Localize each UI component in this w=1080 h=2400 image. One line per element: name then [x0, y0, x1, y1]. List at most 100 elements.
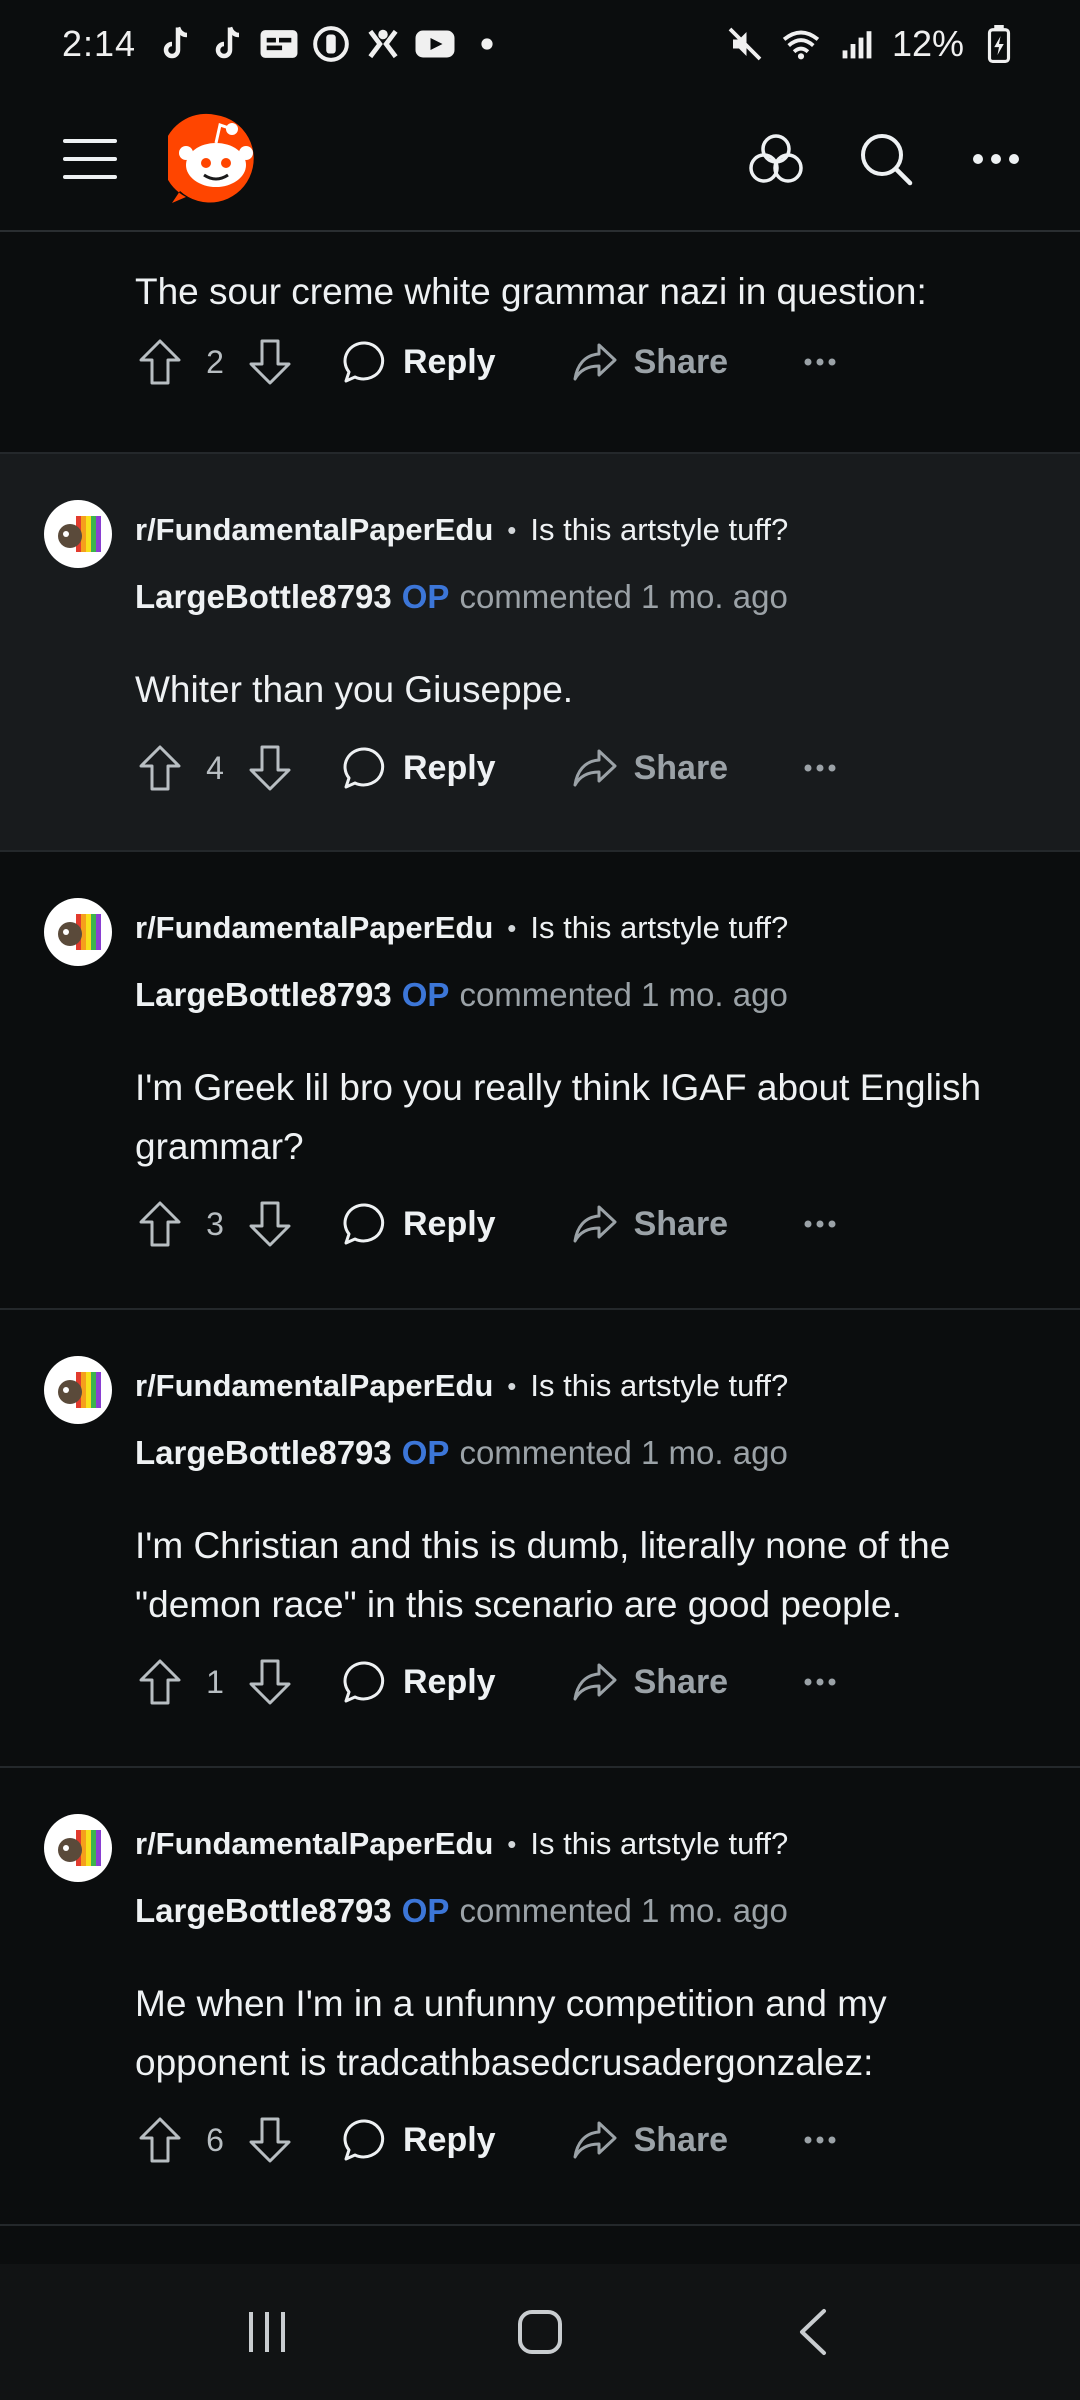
communities-icon[interactable] [746, 129, 806, 189]
comment-body: The sour creme white grammar nazi in que… [135, 271, 927, 312]
username-link[interactable]: LargeBottle8793 [135, 578, 392, 616]
share-label: Share [633, 1204, 729, 1243]
reply-icon [343, 341, 385, 383]
share-icon [573, 1205, 617, 1243]
share-label: Share [633, 2120, 729, 2159]
subreddit-link[interactable]: r/FundamentalPaperEdu [135, 1826, 493, 1862]
share-icon [573, 1663, 617, 1701]
reply-label: Reply [403, 1204, 496, 1243]
separator-dot: • [507, 1828, 517, 1859]
post-title-link[interactable]: Is this artstyle tuff? [530, 910, 788, 946]
home-icon[interactable] [500, 2292, 580, 2372]
comment-body: I'm Christian and this is dumb, literall… [135, 1525, 951, 1625]
comment-actions: 6 Reply Share [135, 2110, 836, 2170]
comment-actions: 3 Reply Share [135, 1194, 836, 1254]
share-icon [573, 749, 617, 787]
comment-feed: The sour creme white grammar nazi in que… [0, 232, 1080, 2226]
share-label: Share [633, 1662, 729, 1701]
username-link[interactable]: LargeBottle8793 [135, 1434, 392, 1472]
downvote-icon[interactable] [245, 1657, 295, 1707]
subreddit-link[interactable]: r/FundamentalPaperEdu [135, 910, 493, 946]
share-button[interactable]: Share [572, 1662, 729, 1702]
share-button[interactable]: Share [572, 2120, 729, 2160]
upvote-icon[interactable] [135, 1199, 185, 1249]
comment-actions: 4 Reply Share [135, 738, 836, 798]
comment-timestamp: commented 1 mo. ago [459, 1434, 788, 1471]
comment-timestamp: commented 1 mo. ago [459, 578, 788, 615]
separator-dot: • [507, 514, 517, 545]
reply-label: Reply [403, 748, 496, 787]
vote-count: 4 [206, 749, 224, 786]
dot-icon [466, 23, 508, 65]
comment-timestamp: commented 1 mo. ago [459, 1892, 788, 1929]
share-button[interactable]: Share [572, 1204, 729, 1244]
comment-more-icon[interactable] [804, 1678, 836, 1686]
comment-more-icon[interactable] [804, 2136, 836, 2144]
reply-label: Reply [403, 1662, 496, 1701]
op-badge: OP [401, 1434, 450, 1471]
post-title-link[interactable]: Is this artstyle tuff? [530, 1826, 788, 1862]
avatar[interactable] [44, 1814, 112, 1882]
comment-context: r/FundamentalPaperEdu • Is this artstyle… [135, 1368, 788, 1404]
comment-author-line: LargeBottle8793 OP commented 1 mo. ago [135, 1434, 788, 1472]
comment-context: r/FundamentalPaperEdu • Is this artstyle… [135, 1826, 788, 1862]
reply-button[interactable]: Reply [343, 340, 496, 384]
comment-item: r/FundamentalPaperEdu • Is this artstyle… [0, 1768, 1080, 2226]
comment-timestamp: commented 1 mo. ago [459, 976, 788, 1013]
reply-icon [343, 2119, 385, 2161]
battery-icon [978, 23, 1020, 65]
reddit-logo[interactable] [162, 111, 264, 207]
downvote-icon[interactable] [245, 2115, 295, 2165]
subreddit-link[interactable]: r/FundamentalPaperEdu [135, 1368, 493, 1404]
share-button[interactable]: Share [572, 748, 728, 788]
avatar[interactable] [44, 1356, 112, 1424]
signal-icon [836, 23, 878, 65]
username-link[interactable]: LargeBottle8793 [135, 976, 392, 1014]
post-title-link[interactable]: Is this artstyle tuff? [530, 1368, 788, 1404]
username-link[interactable]: LargeBottle8793 [135, 1892, 392, 1930]
reply-icon [343, 1661, 385, 1703]
back-icon[interactable] [773, 2292, 853, 2372]
comment-body: Whiter than you Giuseppe. [135, 669, 574, 710]
search-icon[interactable] [856, 129, 916, 189]
upvote-icon[interactable] [135, 1657, 185, 1707]
comment-context: r/FundamentalPaperEdu • Is this artstyle… [135, 512, 788, 548]
downvote-icon[interactable] [245, 1199, 295, 1249]
avatar[interactable] [44, 500, 112, 568]
share-icon [573, 343, 617, 381]
comment-body: I'm Greek lil bro you really think IGAF … [135, 1067, 982, 1167]
comment-more-icon[interactable] [804, 358, 836, 366]
share-button[interactable]: Share [572, 342, 729, 382]
app-header [0, 88, 1080, 232]
comment-more-icon[interactable] [804, 764, 836, 772]
reply-button[interactable]: Reply [343, 2118, 496, 2162]
upvote-icon[interactable] [135, 743, 185, 793]
reply-button[interactable]: Reply [343, 1660, 496, 1704]
comment-actions: 1 Reply Share [135, 1652, 836, 1712]
reply-icon [343, 747, 385, 789]
subreddit-link[interactable]: r/FundamentalPaperEdu [135, 512, 493, 548]
separator-dot: • [507, 912, 517, 943]
caption-icon [258, 23, 300, 65]
post-title-link[interactable]: Is this artstyle tuff? [530, 512, 788, 548]
wifi-icon [780, 23, 822, 65]
comment-body: Me when I'm in a unfunny competition and… [135, 1983, 887, 2083]
share-label: Share [633, 342, 729, 381]
mute-icon [724, 23, 766, 65]
hamburger-menu-icon[interactable] [62, 131, 118, 187]
more-icon[interactable] [966, 129, 1026, 189]
comment-author-line: LargeBottle8793 OP commented 1 mo. ago [135, 578, 788, 616]
downvote-icon[interactable] [245, 337, 295, 387]
op-badge: OP [401, 578, 450, 615]
downvote-icon[interactable] [245, 743, 295, 793]
system-nav-bar [0, 2264, 1080, 2400]
reply-button[interactable]: Reply [343, 746, 496, 790]
avatar[interactable] [44, 898, 112, 966]
tiktok-icon [206, 23, 248, 65]
upvote-icon[interactable] [135, 2115, 185, 2165]
upvote-icon[interactable] [135, 337, 185, 387]
comment-author-line: LargeBottle8793 OP commented 1 mo. ago [135, 1892, 788, 1930]
comment-more-icon[interactable] [804, 1220, 836, 1228]
reply-button[interactable]: Reply [343, 1202, 496, 1246]
recents-icon[interactable] [227, 2292, 307, 2372]
